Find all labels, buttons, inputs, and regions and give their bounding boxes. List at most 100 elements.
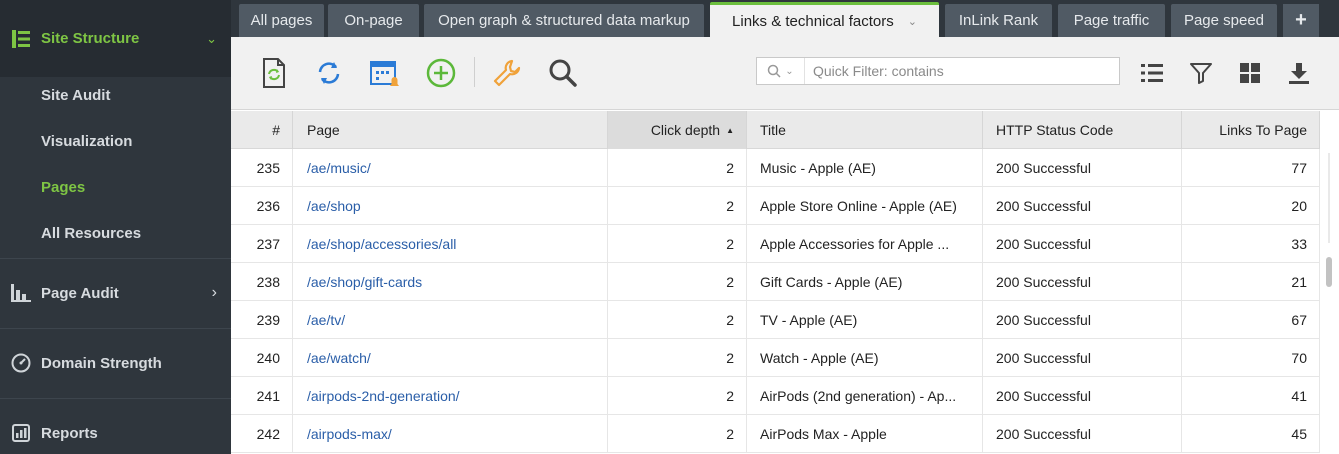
column-header-http-status[interactable]: HTTP Status Code xyxy=(983,111,1182,149)
cell-title: AirPods Max - Apple xyxy=(747,415,983,453)
column-header-page[interactable]: Page xyxy=(293,111,608,149)
settings-button[interactable] xyxy=(489,55,525,91)
refresh-button[interactable] xyxy=(311,55,347,91)
calendar-bell-icon xyxy=(370,61,399,86)
cell-links-to-page: 70 xyxy=(1182,339,1320,377)
cell-click-depth: 2 xyxy=(608,263,747,301)
cell-links-to-page: 20 xyxy=(1182,187,1320,225)
cell-page-link[interactable]: /ae/watch/ xyxy=(293,339,608,377)
table-header: # Page Click depth ▲ Title HTTP Status C… xyxy=(231,111,1320,149)
tab-all-pages[interactable]: All pages xyxy=(239,4,324,37)
columns-button[interactable] xyxy=(1134,55,1170,91)
scrollbar-thumb[interactable] xyxy=(1326,257,1332,287)
chevron-down-icon: ⌄ xyxy=(785,65,794,77)
column-header-title[interactable]: Title xyxy=(747,111,983,149)
cell-http-status: 200 Successful xyxy=(983,377,1182,415)
plus-circle-icon xyxy=(426,58,456,88)
table-row[interactable]: 235/ae/music/2 Music - Apple (AE) 200 Succ… xyxy=(231,149,1320,187)
cell-page-link[interactable]: /airpods-2nd-generation/ xyxy=(293,377,608,415)
cell-page-link[interactable]: /ae/shop/gift-cards xyxy=(293,263,608,301)
cell-click-depth: 2 xyxy=(608,187,747,225)
sidebar-item-site-audit[interactable]: Site Audit xyxy=(41,87,110,104)
table-row[interactable]: 239/ae/tv/2 TV - Apple (AE) 200 Successful… xyxy=(231,301,1320,339)
filter-button[interactable] xyxy=(1183,55,1219,91)
cell-page-link[interactable]: /ae/shop xyxy=(293,187,608,225)
cell-number: 238 xyxy=(231,263,293,301)
data-table: # Page Click depth ▲ Title HTTP Status C… xyxy=(231,111,1339,454)
scrollbar-track xyxy=(1328,153,1330,243)
cell-links-to-page: 41 xyxy=(1182,377,1320,415)
cell-title: Gift Cards - Apple (AE) xyxy=(747,263,983,301)
sidebar-section-site-structure[interactable]: Site Structure ⌄ xyxy=(0,0,231,77)
vertical-scrollbar[interactable] xyxy=(1324,149,1334,454)
refresh-icon xyxy=(318,62,340,84)
table-row[interactable]: 242/airpods-max/2 AirPods Max - Apple 200 … xyxy=(231,415,1320,453)
sidebar-section-label: Page Audit xyxy=(41,284,119,302)
funnel-icon xyxy=(1190,63,1212,84)
chevron-right-icon: › xyxy=(211,284,217,301)
filter-mode-dropdown[interactable]: ⌄ xyxy=(757,58,805,84)
quick-filter-input[interactable] xyxy=(805,59,1105,83)
add-button[interactable] xyxy=(423,55,459,91)
cell-page-link[interactable]: /ae/tv/ xyxy=(293,301,608,339)
table-row[interactable]: 236/ae/shop 2 Apple Store Online - Apple (… xyxy=(231,187,1320,225)
sidebar: Site Structure ⌄ Site Audit Visualizatio… xyxy=(0,0,231,454)
cell-page-link[interactable]: /airpods-max/ xyxy=(293,415,608,453)
tab-on-page[interactable]: On-page xyxy=(328,4,419,37)
cell-page-link[interactable]: /ae/shop/accessories/all xyxy=(293,225,608,263)
tab-links-technical[interactable]: Links & technical factors ⌄ xyxy=(710,2,939,37)
cell-page-link[interactable]: /ae/music/ xyxy=(293,149,608,187)
sidebar-section-page-audit[interactable]: Page Audit › xyxy=(0,258,231,328)
cell-title: AirPods (2nd generation) - Ap... xyxy=(747,377,983,415)
cell-links-to-page: 33 xyxy=(1182,225,1320,263)
column-header-label: Click depth xyxy=(650,122,721,138)
cell-number: 236 xyxy=(231,187,293,225)
schedule-button[interactable] xyxy=(367,55,403,91)
tab-page-traffic[interactable]: Page traffic xyxy=(1058,4,1165,37)
search-icon xyxy=(768,64,781,78)
sidebar-item-visualization[interactable]: Visualization xyxy=(41,133,132,150)
tab-open-graph[interactable]: Open graph & structured data markup xyxy=(424,4,704,37)
download-icon xyxy=(1289,63,1309,84)
cell-click-depth: 2 xyxy=(608,377,747,415)
cell-number: 235 xyxy=(231,149,293,187)
list-icon xyxy=(1141,64,1163,82)
cell-click-depth: 2 xyxy=(608,301,747,339)
sidebar-section-domain-strength[interactable]: Domain Strength xyxy=(0,328,231,398)
chevron-down-icon[interactable]: ⌄ xyxy=(908,15,917,28)
layout-button[interactable] xyxy=(1232,55,1268,91)
sidebar-section-reports[interactable]: Reports xyxy=(0,398,231,454)
sidebar-item-all-resources[interactable]: All Resources xyxy=(41,225,141,242)
tab-inlink-rank[interactable]: InLink Rank xyxy=(945,4,1052,37)
quick-filter: ⌄ xyxy=(756,57,1120,85)
add-tab-button[interactable]: + xyxy=(1283,4,1319,37)
sidebar-item-pages[interactable]: Pages xyxy=(41,179,85,196)
cell-title: Music - Apple (AE) xyxy=(747,149,983,187)
cell-http-status: 200 Successful xyxy=(983,263,1182,301)
rebuild-project-button[interactable] xyxy=(256,55,292,91)
table-row[interactable]: 241/airpods-2nd-generation/2 AirPods (2nd… xyxy=(231,377,1320,415)
cell-click-depth: 2 xyxy=(608,149,747,187)
table-row[interactable]: 240/ae/watch/2 Watch - Apple (AE) 200 Succ… xyxy=(231,339,1320,377)
wrench-icon xyxy=(493,59,521,87)
cell-links-to-page: 77 xyxy=(1182,149,1320,187)
tab-bar: All pages On-page Open graph & structure… xyxy=(231,0,1339,37)
table-row[interactable]: 238/ae/shop/gift-cards 2 Gift Cards - Appl… xyxy=(231,263,1320,301)
tab-page-speed[interactable]: Page speed xyxy=(1171,4,1277,37)
sort-ascending-icon: ▲ xyxy=(726,125,734,135)
cell-http-status: 200 Successful xyxy=(983,149,1182,187)
column-header-click-depth[interactable]: Click depth ▲ xyxy=(608,111,747,149)
cell-number: 240 xyxy=(231,339,293,377)
sidebar-section-label: Site Structure xyxy=(41,30,140,47)
column-header-number[interactable]: # xyxy=(231,111,293,149)
table-row[interactable]: 237/ae/shop/accessories/all 2 Apple Access… xyxy=(231,225,1320,263)
cell-links-to-page: 21 xyxy=(1182,263,1320,301)
tab-label: Links & technical factors xyxy=(732,12,894,30)
cell-click-depth: 2 xyxy=(608,339,747,377)
column-header-links-to-page[interactable]: Links To Page xyxy=(1182,111,1320,149)
grid-icon xyxy=(1240,63,1260,83)
sidebar-section-label: Reports xyxy=(41,424,98,442)
export-button[interactable] xyxy=(1281,55,1317,91)
sidebar-section-label: Domain Strength xyxy=(41,354,162,372)
search-button[interactable] xyxy=(545,55,581,91)
